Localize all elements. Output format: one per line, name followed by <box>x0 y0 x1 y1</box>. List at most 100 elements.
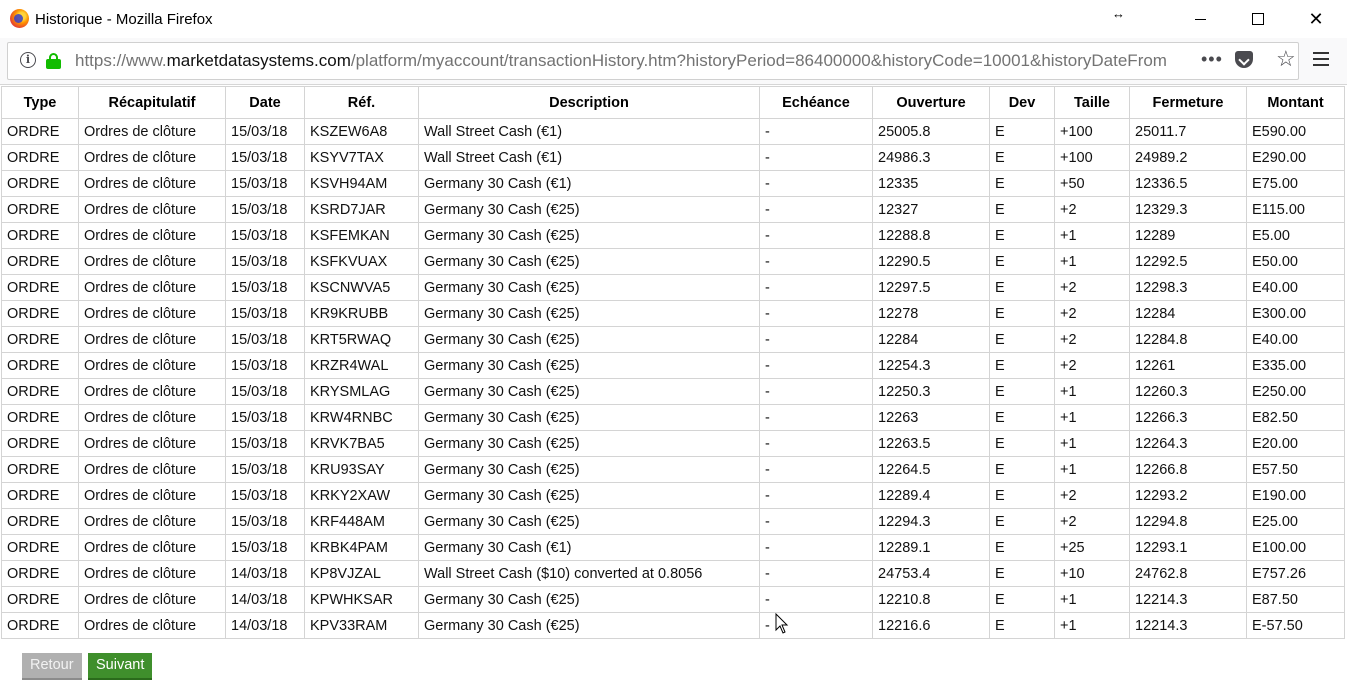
window-titlebar: Historique - Mozilla Firefox ↔ ✕ <box>0 0 1347 38</box>
table-cell: ORDRE <box>1 404 79 431</box>
table-cell: Ordres de clôture <box>78 248 226 275</box>
table-cell: 25005.8 <box>872 118 990 145</box>
info-icon[interactable]: i <box>20 52 36 68</box>
table-cell: E <box>989 586 1055 613</box>
table-row: ORDRE Ordres de clôture 15/03/18 KSRD7JAR Ge… <box>1 196 1345 223</box>
table-cell: +2 <box>1054 482 1130 509</box>
resize-icon: ↔ <box>1112 6 1125 21</box>
table-cell: KRW4RNBC <box>304 404 419 431</box>
close-button[interactable]: ✕ <box>1287 0 1345 38</box>
star-icon[interactable]: ☆ <box>1276 46 1296 72</box>
table-cell: KRKY2XAW <box>304 482 419 509</box>
table-cell: 12261 <box>1129 352 1247 379</box>
column-header: Dev <box>989 86 1055 119</box>
table-cell: E82.50 <box>1246 404 1345 431</box>
table-cell: KSCNWVA5 <box>304 274 419 301</box>
table-cell: 12292.5 <box>1129 248 1247 275</box>
table-row: ORDRE Ordres de clôture 15/03/18 KSZEW6A8 Wa… <box>1 118 1345 145</box>
table-cell: 15/03/18 <box>225 144 305 171</box>
next-button[interactable]: Suivant <box>88 653 153 680</box>
table-cell: 12263 <box>872 404 990 431</box>
prev-button[interactable]: Retour <box>22 653 82 680</box>
table-cell: Wall Street Cash (€1) <box>418 118 760 145</box>
table-cell: Germany 30 Cash (€25) <box>418 508 760 535</box>
table-cell: - <box>759 534 873 561</box>
table-cell: 15/03/18 <box>225 508 305 535</box>
table-row: ORDRE Ordres de clôture 15/03/18 KR9KRUBB Ge… <box>1 300 1345 327</box>
table-cell: KSYV7TAX <box>304 144 419 171</box>
column-header: Récapitulatif <box>78 86 226 119</box>
table-cell: E75.00 <box>1246 170 1345 197</box>
table-cell: Ordres de clôture <box>78 404 226 431</box>
table-cell: E290.00 <box>1246 144 1345 171</box>
table-cell: Ordres de clôture <box>78 352 226 379</box>
table-row: ORDRE Ordres de clôture 15/03/18 KSFEMKAN Ge… <box>1 222 1345 249</box>
table-cell: Germany 30 Cash (€25) <box>418 300 760 327</box>
pocket-icon[interactable] <box>1235 51 1253 68</box>
table-cell: E590.00 <box>1246 118 1345 145</box>
table-cell: 25011.7 <box>1129 118 1247 145</box>
table-cell: 12260.3 <box>1129 378 1247 405</box>
table-cell: - <box>759 170 873 197</box>
table-cell: E5.00 <box>1246 222 1345 249</box>
table-header-row: Type Récapitulatif Date Réf. Description Eché… <box>1 86 1345 119</box>
table-cell: Germany 30 Cash (€25) <box>418 352 760 379</box>
table-cell: 12284.8 <box>1129 326 1247 353</box>
table-cell: Ordres de clôture <box>78 196 226 223</box>
table-cell: Ordres de clôture <box>78 534 226 561</box>
table-cell: E <box>989 170 1055 197</box>
table-row: ORDRE Ordres de clôture 15/03/18 KRF448AM Ge… <box>1 508 1345 535</box>
lock-icon[interactable] <box>46 53 61 69</box>
url-text[interactable]: https://www.marketdatasystems.com/platfo… <box>75 51 1190 71</box>
table-cell: Ordres de clôture <box>78 378 226 405</box>
table-row: ORDRE Ordres de clôture 15/03/18 KSYV7TAX Wa… <box>1 144 1345 171</box>
table-cell: KSVH94AM <box>304 170 419 197</box>
table-body: ORDRE Ordres de clôture 15/03/18 KSZEW6A8 Wa… <box>1 118 1345 639</box>
table-cell: E <box>989 404 1055 431</box>
minimize-button[interactable] <box>1171 0 1229 38</box>
table-cell: E190.00 <box>1246 482 1345 509</box>
table-cell: +25 <box>1054 534 1130 561</box>
table-row: ORDRE Ordres de clôture 15/03/18 KRVK7BA5 Ge… <box>1 430 1345 457</box>
table-cell: +1 <box>1054 456 1130 483</box>
table-cell: 12216.6 <box>872 612 990 639</box>
hamburger-menu-icon[interactable] <box>1313 52 1329 70</box>
table-cell: Wall Street Cash ($10) converted at 0.80… <box>418 560 760 587</box>
table-cell: KSZEW6A8 <box>304 118 419 145</box>
table-cell: +1 <box>1054 586 1130 613</box>
table-cell: 12289.4 <box>872 482 990 509</box>
table-cell: 12264.5 <box>872 456 990 483</box>
table-cell: ORDRE <box>1 378 79 405</box>
table-cell: 15/03/18 <box>225 404 305 431</box>
maximize-icon <box>1252 13 1264 25</box>
table-row: ORDRE Ordres de clôture 15/03/18 KRW4RNBC Ge… <box>1 404 1345 431</box>
table-cell: 15/03/18 <box>225 196 305 223</box>
url-bar[interactable]: i https://www.marketdatasystems.com/plat… <box>7 42 1299 80</box>
table-cell: 15/03/18 <box>225 300 305 327</box>
table-cell: Ordres de clôture <box>78 612 226 639</box>
table-cell: 24989.2 <box>1129 144 1247 171</box>
table-cell: E57.50 <box>1246 456 1345 483</box>
table-cell: - <box>759 586 873 613</box>
table-cell: 12288.8 <box>872 222 990 249</box>
table-row: ORDRE Ordres de clôture 14/03/18 KPV33RAM Ge… <box>1 612 1345 639</box>
window-title: Historique - Mozilla Firefox <box>35 11 213 28</box>
table-cell: Germany 30 Cash (€25) <box>418 378 760 405</box>
table-cell: ORDRE <box>1 274 79 301</box>
table-cell: - <box>759 560 873 587</box>
table-cell: ORDRE <box>1 534 79 561</box>
table-cell: Germany 30 Cash (€25) <box>418 586 760 613</box>
table-cell: ORDRE <box>1 222 79 249</box>
table-cell: KRYSMLAG <box>304 378 419 405</box>
table-row: ORDRE Ordres de clôture 15/03/18 KSFKVUAX Ge… <box>1 248 1345 275</box>
table-cell: E <box>989 274 1055 301</box>
close-icon: ✕ <box>1308 8 1324 29</box>
table-cell: Ordres de clôture <box>78 118 226 145</box>
table-cell: ORDRE <box>1 326 79 353</box>
maximize-button[interactable] <box>1229 0 1287 38</box>
table-cell: E100.00 <box>1246 534 1345 561</box>
table-cell: ORDRE <box>1 196 79 223</box>
table-cell: KSFEMKAN <box>304 222 419 249</box>
table-cell: 15/03/18 <box>225 326 305 353</box>
page-actions-button[interactable]: ••• <box>1201 49 1223 70</box>
